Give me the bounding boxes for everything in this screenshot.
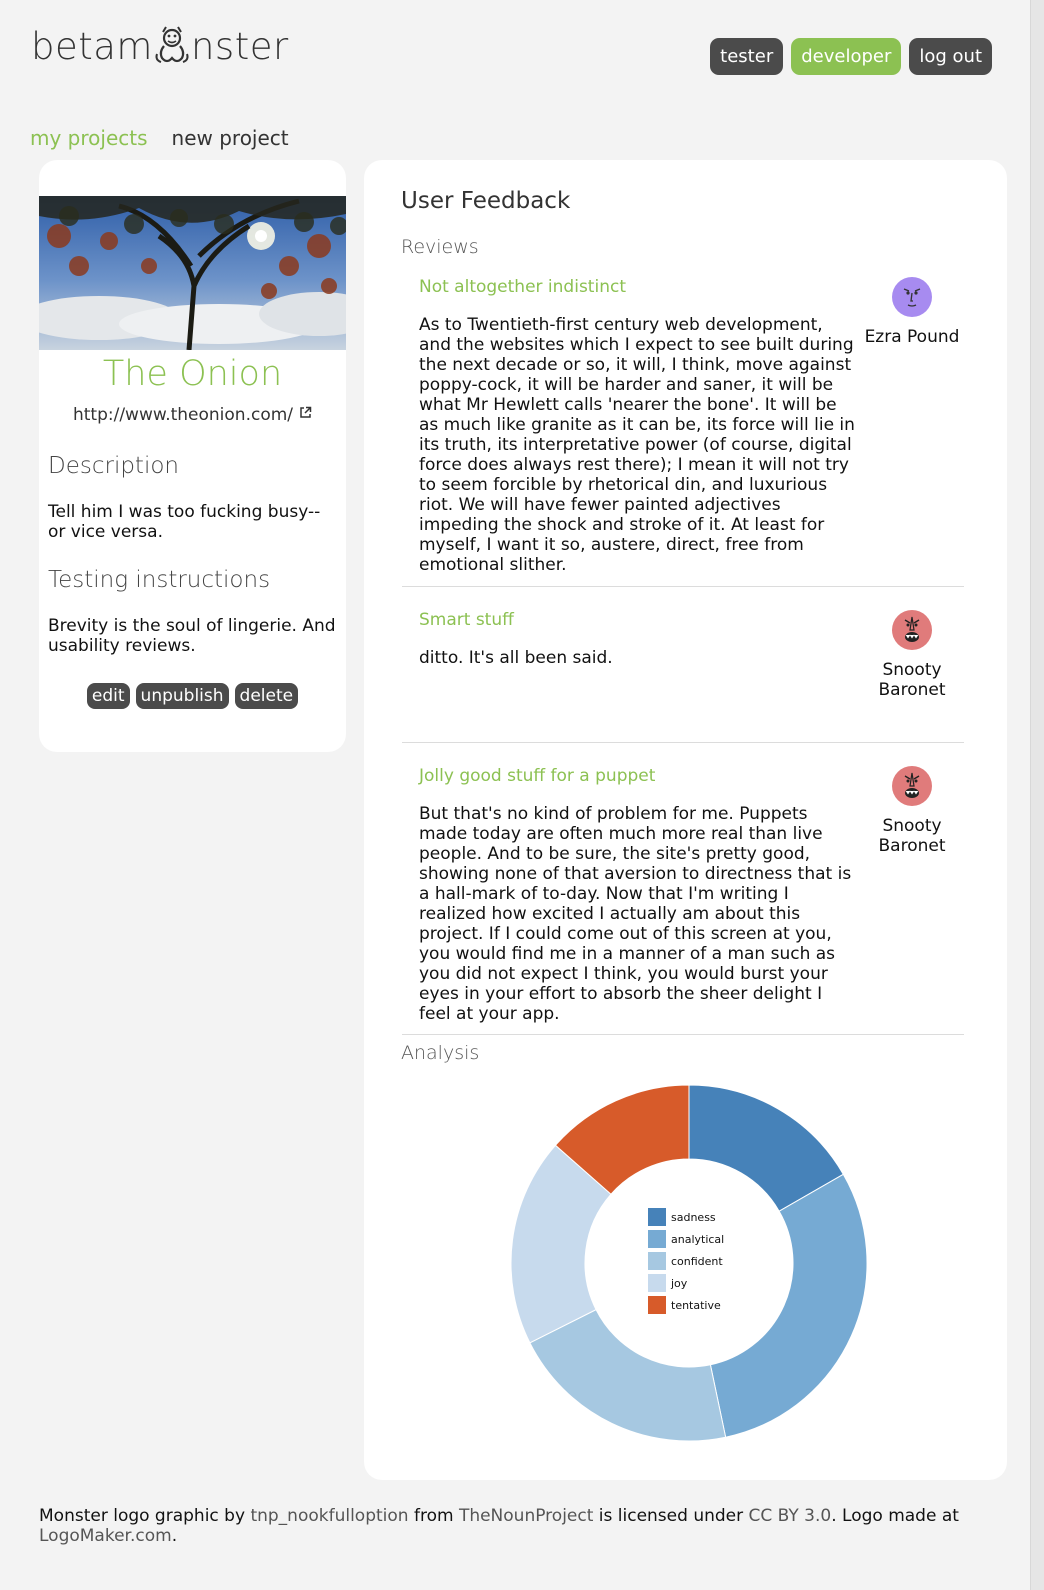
legend-label-tentative: tentative — [671, 1299, 721, 1312]
legend-label-joy: joy — [670, 1277, 688, 1290]
project-actions: edit unpublish delete — [39, 683, 346, 709]
tester-button[interactable]: tester — [710, 38, 784, 75]
legend-label-analytical: analytical — [671, 1233, 724, 1246]
feedback-card: User Feedback Reviews Not altogether ind… — [364, 160, 1007, 1480]
logomaker-link[interactable]: LogoMaker.com — [39, 1526, 172, 1546]
donut-chart-svg: sadness analytical confident joy tentative — [510, 1084, 868, 1442]
reviewer-name: Snooty Baronet — [878, 660, 946, 700]
my-projects-link[interactable]: my projects — [30, 126, 148, 150]
description-heading: Description — [48, 453, 179, 479]
project-url[interactable]: http://www.theonion.com/ — [39, 405, 346, 425]
ezra-pound-avatar — [892, 277, 932, 317]
footer-credits: Monster logo graphic by tnp_nookfullopti… — [39, 1506, 999, 1546]
legend-swatch-confident — [648, 1252, 666, 1270]
review-title: Not altogether indistinct — [419, 277, 626, 297]
project-url-text[interactable]: http://www.theonion.com/ — [73, 405, 293, 425]
legend-label-confident: confident — [671, 1255, 723, 1268]
reviewer-name: Snooty Baronet — [878, 816, 946, 856]
project-photo — [39, 196, 346, 350]
unpublish-button[interactable]: unpublish — [135, 683, 229, 709]
snooty-baronet-avatar — [892, 766, 932, 806]
review-text: But that's no kind of problem for me. Pu… — [419, 804, 852, 1024]
description-text: Tell him I was too fucking busy-- or vic… — [48, 502, 321, 542]
footer-text: . — [171, 1526, 178, 1546]
reviewer: Snooty Baronet — [862, 765, 962, 856]
reviewer-name: Ezra Pound — [864, 327, 960, 347]
footer-text: . Logo made at — [831, 1506, 959, 1526]
developer-button[interactable]: developer — [791, 38, 902, 75]
feedback-heading: User Feedback — [401, 188, 571, 214]
logout-button[interactable]: log out — [909, 38, 992, 75]
snooty-baronet-avatar — [892, 610, 932, 650]
legend-swatch-tentative — [648, 1296, 666, 1314]
donut-slice-confident — [529, 1308, 727, 1442]
testing-instructions-heading: Testing instructions — [48, 567, 271, 593]
review-title: Smart stuff — [419, 610, 514, 630]
author-link[interactable]: tnp_nookfulloption — [250, 1506, 408, 1526]
legend-swatch-joy — [648, 1274, 666, 1292]
legend-swatch-sadness — [648, 1208, 666, 1226]
new-project-link[interactable]: new project — [172, 126, 289, 150]
project-title: The Onion — [102, 354, 283, 394]
legend-swatch-analytical — [648, 1230, 666, 1248]
review-item: Smart stuff ditto. It's all been said. S… — [402, 587, 964, 743]
project-card: The Onion http://www.theonion.com/ Descr… — [39, 160, 346, 752]
window-scrollbar-edge — [1030, 0, 1044, 1590]
brand-logo[interactable]: betam nster — [31, 22, 289, 72]
monster-logo-icon — [155, 26, 189, 63]
reviewer: Ezra Pound — [862, 276, 962, 347]
nounproject-link[interactable]: TheNounProject — [459, 1506, 593, 1526]
license-link[interactable]: CC BY 3.0 — [749, 1506, 832, 1526]
review-text: ditto. It's all been said. — [419, 648, 613, 668]
external-link-icon[interactable] — [299, 406, 312, 419]
tone-donut-chart: sadness analytical confident joy tentative — [509, 1083, 869, 1447]
footer-text: is licensed under — [593, 1506, 749, 1526]
review-item: Jolly good stuff for a puppet But that's… — [402, 743, 964, 1035]
legend-label-sadness: sadness — [671, 1211, 716, 1224]
edit-button[interactable]: edit — [86, 683, 130, 709]
delete-button[interactable]: delete — [234, 683, 299, 709]
donut-slice-analytical — [709, 1173, 868, 1438]
review-title: Jolly good stuff for a puppet — [419, 766, 656, 786]
footer-text: Monster logo graphic by — [39, 1506, 251, 1526]
footer-text: from — [408, 1506, 459, 1526]
review-item: Not altogether indistinct As to Twentiet… — [402, 273, 964, 587]
header-nav: tester developer log out — [710, 38, 992, 75]
testing-instructions-text: Brevity is the soul of lingerie. And usa… — [48, 616, 336, 656]
analysis-heading: Analysis — [401, 1042, 480, 1064]
sub-navigation: my projects new project — [30, 126, 289, 150]
review-text: As to Twentieth-first century web develo… — [419, 315, 855, 575]
reviews-heading: Reviews — [401, 236, 479, 258]
reviewer: Snooty Baronet — [862, 609, 962, 700]
